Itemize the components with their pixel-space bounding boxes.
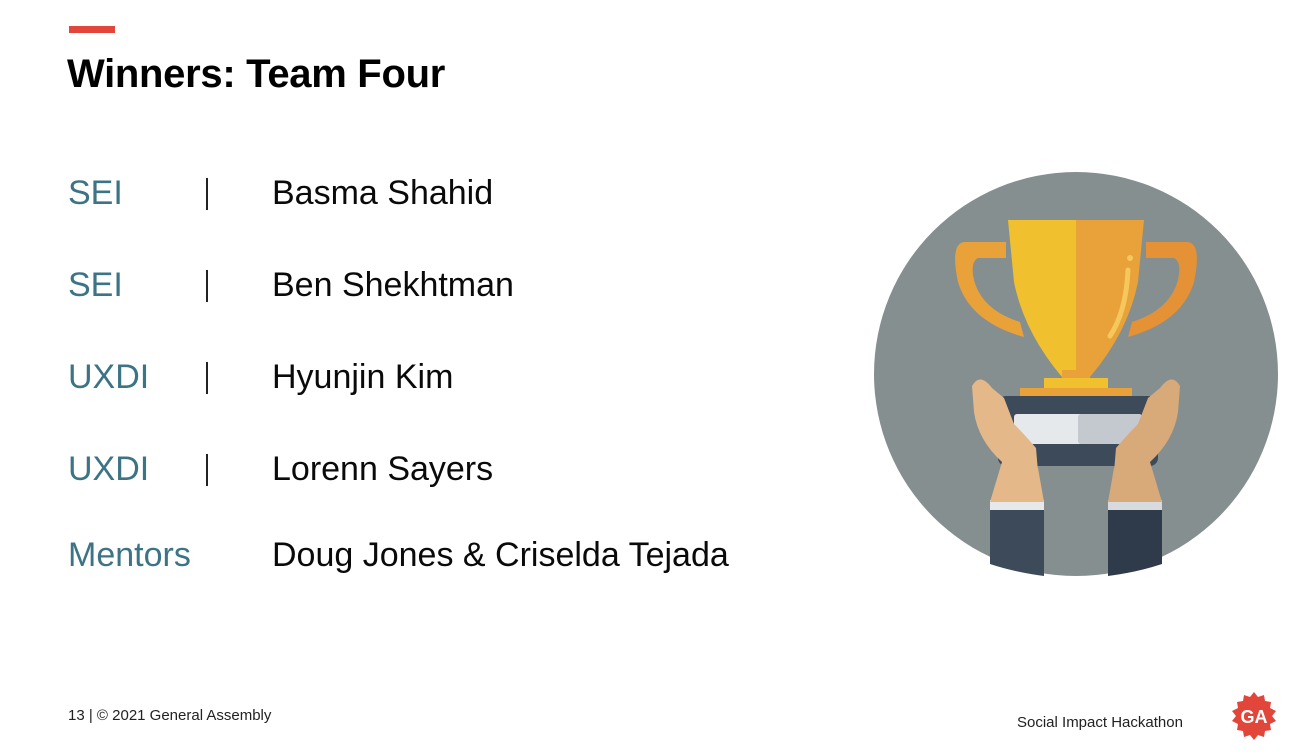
member-role: SEI bbox=[68, 174, 123, 212]
member-role: SEI bbox=[68, 266, 123, 304]
member-name: Ben Shekhtman bbox=[272, 266, 514, 304]
separator bbox=[206, 454, 208, 486]
mentors-names: Doug Jones & Criselda Tejada bbox=[272, 536, 729, 574]
trophy-icon bbox=[874, 172, 1278, 576]
member-role: UXDI bbox=[68, 450, 150, 488]
title-accent-bar bbox=[69, 26, 115, 33]
footer-copyright: 13 | © 2021 General Assembly bbox=[68, 707, 272, 724]
general-assembly-logo: GA bbox=[1232, 692, 1276, 740]
member-role: UXDI bbox=[68, 358, 150, 396]
member-name: Hyunjin Kim bbox=[272, 358, 454, 396]
logo-text: GA bbox=[1241, 707, 1268, 727]
member-name: Lorenn Sayers bbox=[272, 450, 494, 488]
slide-title: Winners: Team Four bbox=[67, 52, 445, 96]
separator bbox=[206, 362, 208, 394]
member-name: Basma Shahid bbox=[272, 174, 494, 212]
separator bbox=[206, 178, 208, 210]
separator bbox=[206, 270, 208, 302]
footer-event-name: Social Impact Hackathon bbox=[1017, 714, 1183, 731]
mentors-label: Mentors bbox=[68, 536, 191, 574]
